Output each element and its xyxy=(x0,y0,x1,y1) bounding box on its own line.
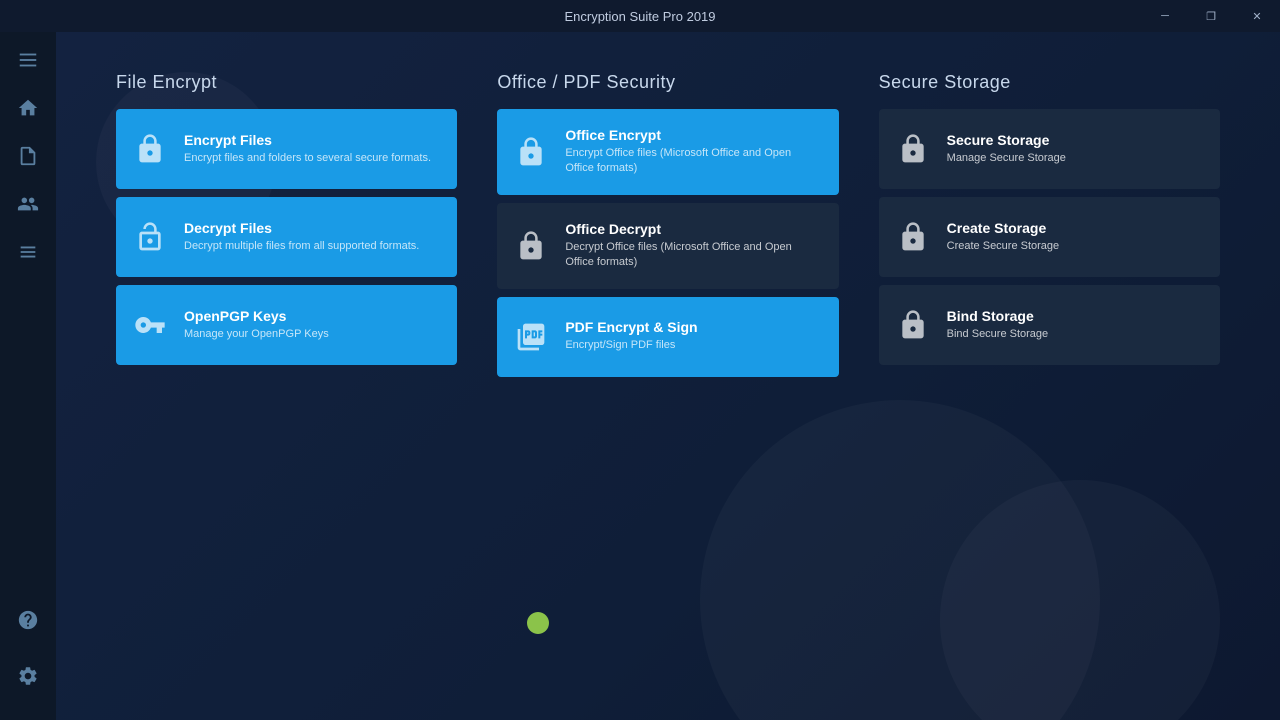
sidebar-item-file[interactable] xyxy=(8,136,48,176)
card-icon-bind-storage xyxy=(895,307,931,343)
card-text-secure-storage: Secure Storage Manage Secure Storage xyxy=(947,132,1204,166)
card-encrypt-files[interactable]: Encrypt Files Encrypt files and folders … xyxy=(116,109,457,189)
card-text-pgp: OpenPGP Keys Manage your OpenPGP Keys xyxy=(184,308,441,342)
card-text-office-decrypt: Office Decrypt Decrypt Office files (Mic… xyxy=(565,221,822,271)
card-decrypt-files[interactable]: Decrypt Files Decrypt multiple files fro… xyxy=(116,197,457,277)
column-office-pdf: Office / PDF Security Office Encrypt Enc… xyxy=(497,72,838,385)
close-button[interactable]: ✕ xyxy=(1234,0,1280,32)
card-title-bind-storage: Bind Storage xyxy=(947,308,1204,324)
card-desc-create-storage: Create Secure Storage xyxy=(947,239,1204,254)
card-icon-pgp xyxy=(132,307,168,343)
card-text-create-storage: Create Storage Create Secure Storage xyxy=(947,220,1204,254)
card-title-decrypt: Decrypt Files xyxy=(184,220,441,236)
card-pdf-encrypt[interactable]: PDF Encrypt & Sign Encrypt/Sign PDF file… xyxy=(497,297,838,377)
card-icon-office-encrypt xyxy=(513,134,549,170)
card-desc-office-encrypt: Encrypt Office files (Microsoft Office a… xyxy=(565,146,822,177)
sidebar xyxy=(0,32,56,720)
card-title-pgp: OpenPGP Keys xyxy=(184,308,441,324)
sidebar-item-storage[interactable] xyxy=(8,232,48,272)
app-title: Encryption Suite Pro 2019 xyxy=(564,9,715,24)
column-title-file-encrypt: File Encrypt xyxy=(116,72,457,93)
card-icon-secure-storage xyxy=(895,131,931,167)
main-content: File Encrypt Encrypt Files Encrypt files… xyxy=(56,32,1280,720)
sidebar-item-users[interactable] xyxy=(8,184,48,224)
card-desc-pgp: Manage your OpenPGP Keys xyxy=(184,327,441,342)
card-bind-storage[interactable]: Bind Storage Bind Secure Storage xyxy=(879,285,1220,365)
content-area: File Encrypt Encrypt Files Encrypt files… xyxy=(56,32,1280,425)
card-icon-office-decrypt xyxy=(513,228,549,264)
card-text-pdf: PDF Encrypt & Sign Encrypt/Sign PDF file… xyxy=(565,319,822,353)
column-title-secure-storage: Secure Storage xyxy=(879,72,1220,93)
cursor xyxy=(527,612,549,634)
card-desc-secure-storage: Manage Secure Storage xyxy=(947,151,1204,166)
titlebar: Encryption Suite Pro 2019 ─ ❐ ✕ xyxy=(0,0,1280,32)
card-desc-pdf: Encrypt/Sign PDF files xyxy=(565,338,822,353)
column-secure-storage: Secure Storage Secure Storage Manage Sec… xyxy=(879,72,1220,385)
card-icon-pdf xyxy=(513,319,549,355)
card-office-encrypt[interactable]: Office Encrypt Encrypt Office files (Mic… xyxy=(497,109,838,195)
window-controls: ─ ❐ ✕ xyxy=(1142,0,1280,32)
card-text-decrypt: Decrypt Files Decrypt multiple files fro… xyxy=(184,220,441,254)
card-icon-decrypt xyxy=(132,219,168,255)
feature-columns: File Encrypt Encrypt Files Encrypt files… xyxy=(116,72,1220,385)
card-title-create-storage: Create Storage xyxy=(947,220,1204,236)
card-text-office-encrypt: Office Encrypt Encrypt Office files (Mic… xyxy=(565,127,822,177)
card-text-bind-storage: Bind Storage Bind Secure Storage xyxy=(947,308,1204,342)
column-file-encrypt: File Encrypt Encrypt Files Encrypt files… xyxy=(116,72,457,385)
card-title-encrypt: Encrypt Files xyxy=(184,132,441,148)
card-text-encrypt: Encrypt Files Encrypt files and folders … xyxy=(184,132,441,166)
card-title-pdf: PDF Encrypt & Sign xyxy=(565,319,822,335)
sidebar-item-settings[interactable] xyxy=(8,656,48,696)
column-title-office-pdf: Office / PDF Security xyxy=(497,72,838,93)
card-secure-storage[interactable]: Secure Storage Manage Secure Storage xyxy=(879,109,1220,189)
restore-button[interactable]: ❐ xyxy=(1188,0,1234,32)
card-desc-decrypt: Decrypt multiple files from all supporte… xyxy=(184,239,441,254)
card-title-office-encrypt: Office Encrypt xyxy=(565,127,822,143)
card-title-office-decrypt: Office Decrypt xyxy=(565,221,822,237)
card-create-storage[interactable]: Create Storage Create Secure Storage xyxy=(879,197,1220,277)
card-icon-encrypt xyxy=(132,131,168,167)
sidebar-item-home[interactable] xyxy=(8,88,48,128)
card-desc-bind-storage: Bind Secure Storage xyxy=(947,327,1204,342)
card-icon-create-storage xyxy=(895,219,931,255)
minimize-button[interactable]: ─ xyxy=(1142,0,1188,32)
sidebar-bottom xyxy=(8,600,48,704)
card-desc-office-decrypt: Decrypt Office files (Microsoft Office a… xyxy=(565,240,822,271)
card-desc-encrypt: Encrypt files and folders to several sec… xyxy=(184,151,441,166)
card-office-decrypt[interactable]: Office Decrypt Decrypt Office files (Mic… xyxy=(497,203,838,289)
card-openpgp-keys[interactable]: OpenPGP Keys Manage your OpenPGP Keys xyxy=(116,285,457,365)
card-title-secure-storage: Secure Storage xyxy=(947,132,1204,148)
sidebar-item-menu[interactable] xyxy=(8,40,48,80)
sidebar-item-help[interactable] xyxy=(8,600,48,640)
